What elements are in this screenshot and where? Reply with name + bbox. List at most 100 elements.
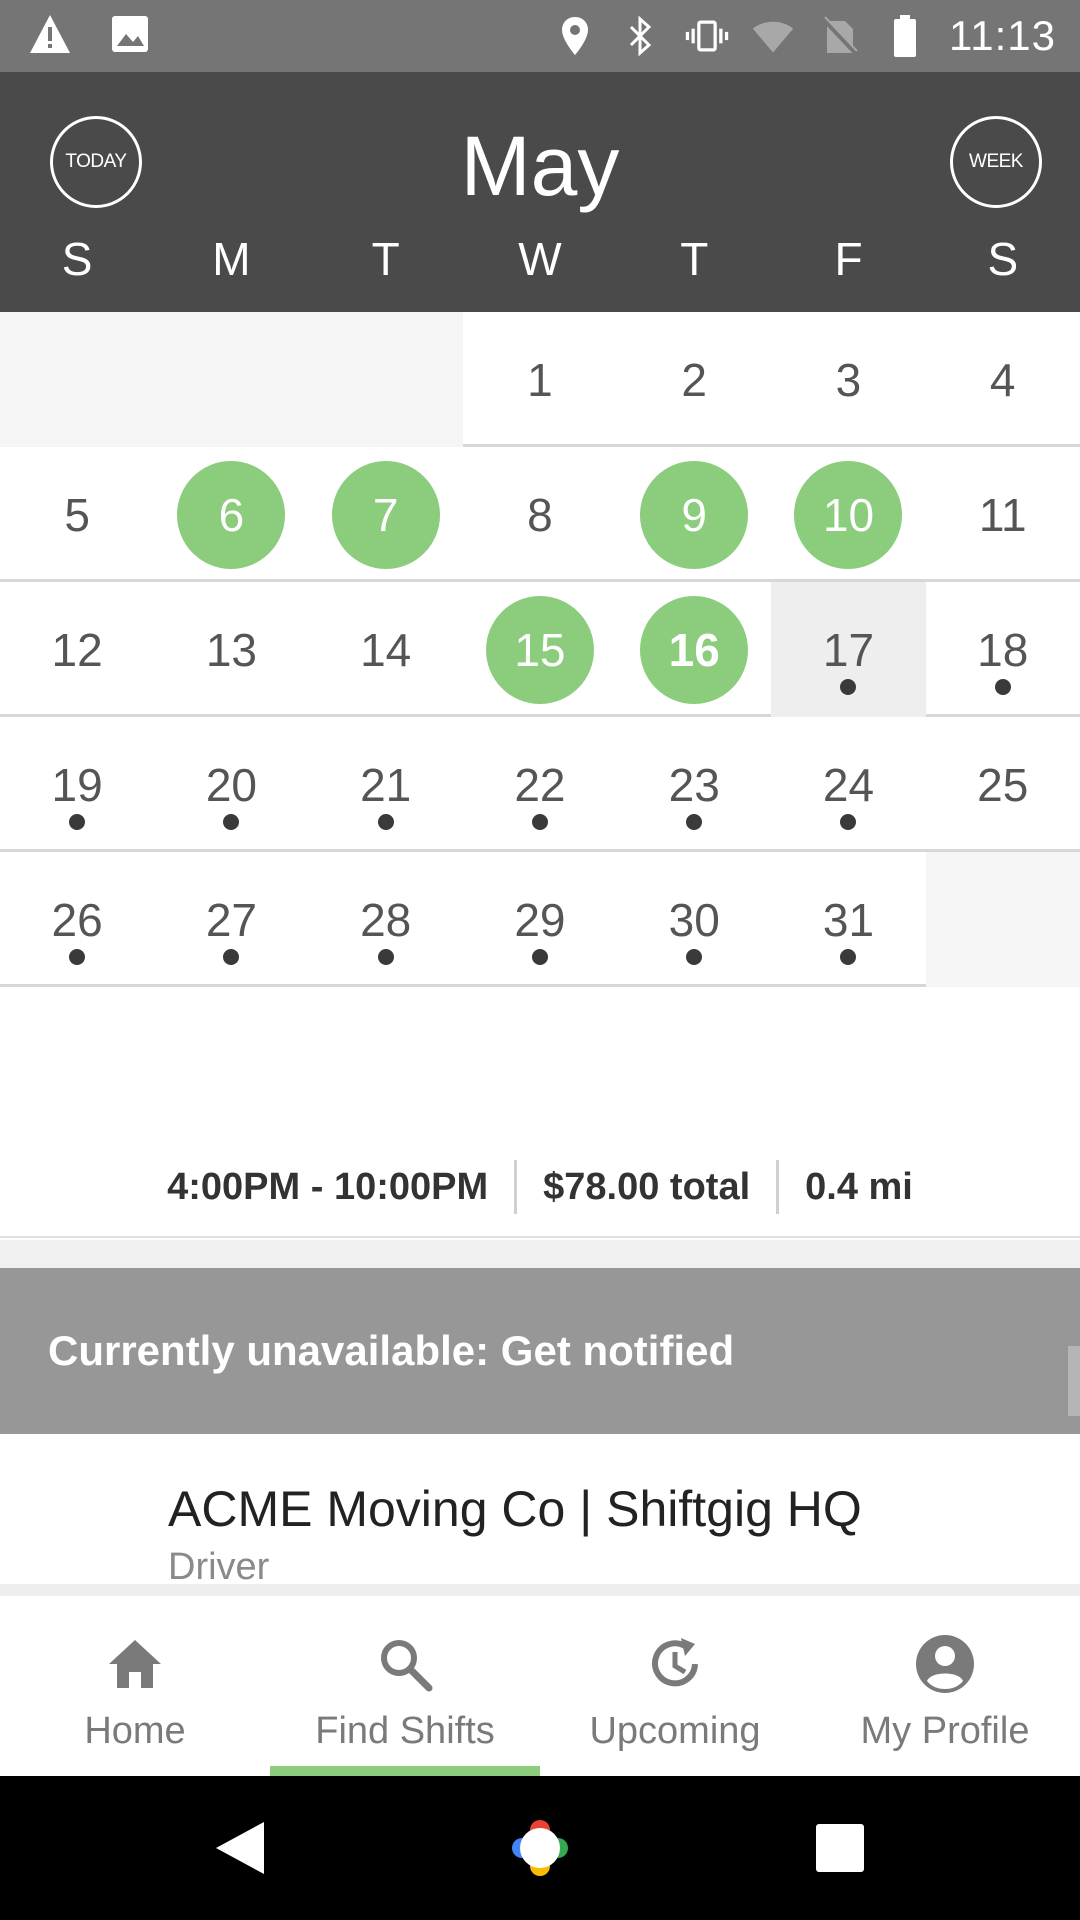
calendar-day-14[interactable]: 14 <box>309 582 463 717</box>
week-view-button[interactable]: WEEK <box>950 116 1042 208</box>
calendar-day-15[interactable]: 15 <box>463 582 617 717</box>
calendar-day-20[interactable]: 20 <box>154 717 308 852</box>
nav-find-shifts-label: Find Shifts <box>315 1710 495 1752</box>
calendar-week-row: 5 6 7 8 9 10 11 <box>0 447 1080 582</box>
calendar-day-10[interactable]: 10 <box>771 447 925 582</box>
calendar-day-30[interactable]: 30 <box>617 852 771 987</box>
weekday-label: F <box>834 233 863 285</box>
nav-upcoming-label: Upcoming <box>589 1710 761 1752</box>
calendar-day-29[interactable]: 29 <box>463 852 617 987</box>
calendar-day-18[interactable]: 18 <box>926 582 1080 717</box>
calendar-empty-cell <box>925 852 1080 987</box>
shift-company: ACME Moving Co | Shiftgig HQ <box>168 1481 862 1537</box>
nav-home[interactable]: Home <box>0 1596 270 1776</box>
nav-upcoming[interactable]: Upcoming <box>540 1596 810 1776</box>
calendar-day-6[interactable]: 6 <box>154 447 308 582</box>
calendar-day-28[interactable]: 28 <box>309 852 463 987</box>
location-icon <box>553 14 597 58</box>
card-shadow <box>0 1584 1080 1596</box>
nav-my-profile[interactable]: My Profile <box>810 1596 1080 1776</box>
search-icon <box>373 1632 437 1696</box>
calendar-day-22[interactable]: 22 <box>463 717 617 852</box>
calendar-day-23[interactable]: 23 <box>617 717 771 852</box>
calendar-day-16[interactable]: 16 <box>617 582 771 717</box>
day-number: 6 <box>218 488 245 541</box>
shift-distance: 0.4 mi <box>805 1165 913 1208</box>
month-title: May <box>460 119 620 213</box>
day-number: 10 <box>822 488 875 541</box>
calendar-day-25[interactable]: 25 <box>926 717 1080 852</box>
day-number: 8 <box>527 488 553 541</box>
calendar-day-9[interactable]: 9 <box>617 447 771 582</box>
calendar-day-8[interactable]: 8 <box>463 447 617 582</box>
available-shift-dot <box>223 814 240 830</box>
bottom-navigation: Home Find Shifts Upcoming My Profile <box>0 1596 1080 1776</box>
calendar-week-row: 1 2 3 4 <box>0 312 1080 447</box>
day-number: 5 <box>64 488 90 541</box>
shift-summary[interactable]: 4:00PM - 10:00PM $78.00 total 0.4 mi <box>0 1138 1080 1238</box>
available-shift-dot <box>377 814 394 830</box>
day-number: 23 <box>668 758 720 811</box>
warning-icon <box>28 12 72 56</box>
shift-total-pay: $78.00 total <box>543 1165 751 1208</box>
day-number: 1 <box>527 353 553 406</box>
calendar-day-24[interactable]: 24 <box>771 717 925 852</box>
bluetooth-icon <box>619 14 663 58</box>
calendar-day-19[interactable]: 19 <box>0 717 154 852</box>
active-tab-indicator <box>270 1766 540 1776</box>
weekday-label: S <box>987 233 1019 285</box>
calendar-day-26[interactable]: 26 <box>0 852 154 987</box>
nav-my-profile-label: My Profile <box>860 1710 1030 1752</box>
day-number: 22 <box>514 758 566 811</box>
day-number: 18 <box>977 623 1029 676</box>
day-number: 15 <box>514 623 566 676</box>
calendar-day-3[interactable]: 3 <box>771 312 925 447</box>
weekday-label: W <box>518 233 562 285</box>
calendar-day-31[interactable]: 31 <box>771 852 925 987</box>
recent-apps-icon[interactable] <box>804 1812 876 1884</box>
calendar-day-7[interactable]: 7 <box>309 447 463 582</box>
available-shift-dot <box>69 949 86 965</box>
shift-time-range: 4:00PM - 10:00PM <box>167 1165 489 1208</box>
calendar-day-13[interactable]: 13 <box>154 582 308 717</box>
battery-icon <box>883 14 927 58</box>
weekday-header-row: S M T W T F S <box>0 232 1080 286</box>
calendar-day-2[interactable]: 2 <box>617 312 771 447</box>
day-number: 28 <box>360 893 412 946</box>
nav-home-label: Home <box>84 1710 186 1752</box>
calendar-day-27[interactable]: 27 <box>154 852 308 987</box>
image-icon <box>108 12 152 56</box>
day-number: 12 <box>51 623 103 676</box>
calendar-day-17[interactable]: 17 <box>771 582 926 717</box>
calendar-day-11[interactable]: 11 <box>926 447 1080 582</box>
calendar-header: TODAY May WEEK S M T W T F S <box>0 72 1080 312</box>
home-icon <box>103 1632 167 1696</box>
day-number: 9 <box>681 488 707 541</box>
weekday-label: S <box>61 233 93 285</box>
wifi-icon <box>751 14 795 58</box>
shift-role: Driver <box>168 1546 270 1588</box>
banner-text: Currently unavailable: Get notified <box>48 1327 735 1374</box>
calendar-day-1[interactable]: 1 <box>463 312 617 447</box>
calendar-day-21[interactable]: 21 <box>309 717 463 852</box>
calendar-empty-cell <box>0 312 155 447</box>
day-number: 16 <box>668 623 720 676</box>
calendar-day-5[interactable]: 5 <box>0 447 154 582</box>
shift-card[interactable]: ACME Moving Co | Shiftgig HQ Driver <box>0 1434 1080 1588</box>
calendar-day-4[interactable]: 4 <box>926 312 1080 447</box>
divider <box>0 984 926 987</box>
system-navigation-bar <box>0 1776 1080 1920</box>
available-shift-dot <box>840 679 857 695</box>
home-assistant-icon[interactable] <box>504 1812 576 1884</box>
profile-icon <box>913 1632 977 1696</box>
calendar-day-12[interactable]: 12 <box>0 582 154 717</box>
day-number: 13 <box>205 623 257 676</box>
section-gap <box>0 1240 1080 1268</box>
nav-find-shifts[interactable]: Find Shifts <box>270 1596 540 1776</box>
get-notified-banner[interactable]: Currently unavailable: Get notified <box>0 1268 1080 1434</box>
calendar-week-row: 26 27 28 29 30 31 <box>0 852 1080 987</box>
back-icon[interactable] <box>204 1812 276 1884</box>
day-number: 7 <box>372 488 399 541</box>
day-number: 2 <box>681 353 707 406</box>
available-shift-dot <box>840 949 857 965</box>
